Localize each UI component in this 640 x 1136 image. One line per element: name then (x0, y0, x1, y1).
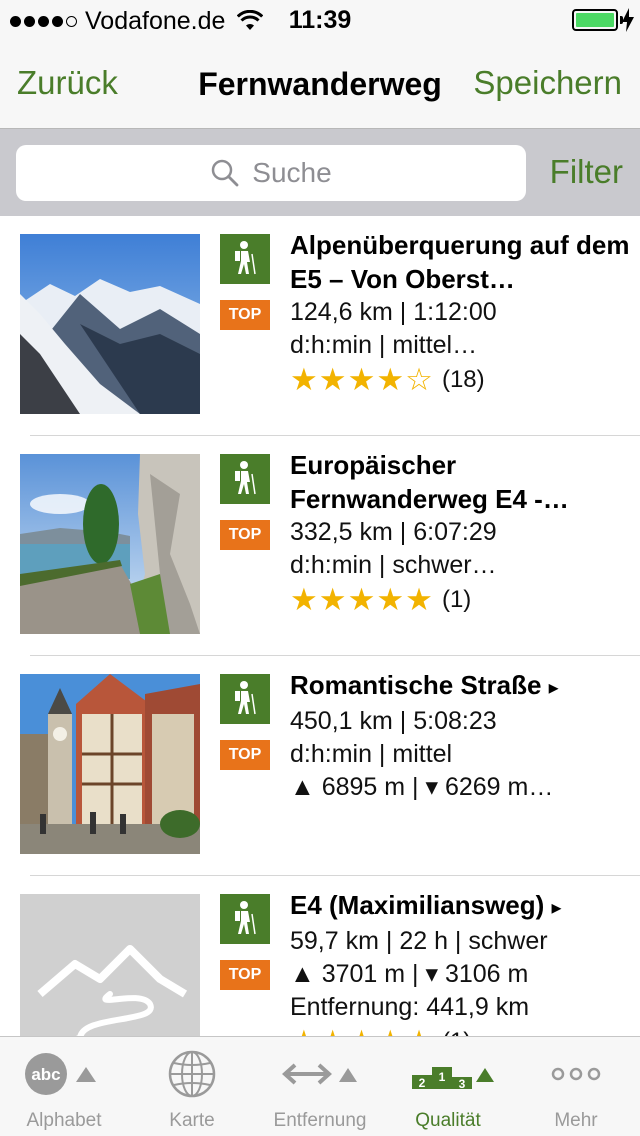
route-title: Alpenüberquerung auf dem E5 – Von Oberst… (290, 230, 630, 294)
route-difficulty: d:h:min | mittel… (290, 331, 478, 359)
route-difficulty: d:h:min | schwer… (290, 551, 497, 579)
route-elevation: ▲ 3701 m | ▾ 3106 m (290, 960, 529, 988)
route-info: Romantische Straße ▸ 450,1 km | 5:08:23 … (290, 668, 630, 804)
search-icon (212, 159, 239, 187)
route-info: Alpenüberquerung auf dem E5 – Von Oberst… (290, 228, 630, 398)
hiking-icon (220, 454, 270, 504)
route-thumbnail-placeholder (20, 894, 200, 1036)
more-icon (512, 1049, 640, 1099)
list-item[interactable]: TOP E4 (Maximiliansweg) ▸ 59,7 km | 22 h… (0, 876, 640, 1036)
filter-button[interactable]: Filter (550, 153, 623, 191)
hiking-icon (220, 234, 270, 284)
rating-stars: ★★★★★ (290, 1024, 434, 1036)
tab-alphabet[interactable]: abc Alphabet (0, 1037, 128, 1136)
tab-qualitaet[interactable]: 2 1 3 Qualität (384, 1037, 512, 1136)
route-difficulty: d:h:min | mittel (290, 740, 453, 768)
search-placeholder: Suche (252, 157, 332, 188)
navigation-bar: Zurück Fernwanderweg Speichern (0, 40, 640, 128)
tab-label: Alphabet (26, 1110, 102, 1131)
route-thumbnail (20, 234, 200, 414)
globe-icon (128, 1049, 256, 1099)
route-thumbnail (20, 674, 200, 854)
route-rating: ★★★★☆ (18) (290, 362, 630, 398)
route-rating: ★★★★★ (1) (290, 1024, 630, 1036)
route-title: Romantische Straße ▸ (290, 670, 559, 700)
rating-stars: ★★★★☆ (290, 362, 434, 397)
abc-icon-text: abc (31, 1065, 60, 1084)
rating-count: (1) (442, 1028, 471, 1036)
tab-bar: abc Alphabet Karte Entfernung 2 1 3 Qual… (0, 1036, 640, 1136)
route-distance-duration: 450,1 km | 5:08:23 (290, 707, 497, 735)
route-info: Europäischer Fernwanderweg E4 -… 332,5 k… (290, 448, 630, 618)
route-distance-from-user: Entfernung: 441,9 km (290, 993, 530, 1021)
save-button[interactable]: Speichern (473, 64, 622, 102)
status-bar: Vodafone.de 11:39 (0, 0, 640, 40)
hiking-icon (220, 674, 270, 724)
search-input[interactable]: Suche (16, 145, 526, 201)
tab-entfernung[interactable]: Entfernung (256, 1037, 384, 1136)
podium-label-1: 1 (439, 1070, 446, 1084)
status-time: 11:39 (288, 6, 352, 34)
tab-label: Entfernung (273, 1110, 367, 1131)
route-title: E4 (Maximiliansweg) ▸ (290, 890, 562, 920)
podium-label-3: 3 (459, 1077, 466, 1091)
route-distance-duration: 332,5 km | 6:07:29 (290, 518, 497, 546)
hiking-icon (220, 894, 270, 944)
disclosure-arrow-icon: ▸ (548, 677, 559, 699)
route-elevation: ▲ 6895 m | ▾ 6269 m… (290, 773, 554, 801)
podium-icon: 2 1 3 (384, 1049, 512, 1099)
tab-mehr[interactable]: Mehr (512, 1037, 640, 1136)
list-item[interactable]: TOP Romantische Straße ▸ 450,1 km | 5:08… (0, 656, 640, 876)
top-badge: TOP (220, 740, 270, 770)
tab-label: Karte (169, 1110, 215, 1131)
top-badge: TOP (220, 960, 270, 990)
tab-karte[interactable]: Karte (128, 1037, 256, 1136)
top-badge: TOP (220, 300, 270, 330)
rating-count: (1) (441, 586, 472, 613)
rating-count: (18) (441, 366, 485, 393)
abc-icon: abc (0, 1049, 128, 1099)
charging-bolt-icon (622, 8, 634, 32)
route-info: E4 (Maximiliansweg) ▸ 59,7 km | 22 h | s… (290, 888, 630, 1036)
list-item[interactable]: TOP Alpenüberquerung auf dem E5 – Von Ob… (0, 216, 640, 436)
tab-label: Qualität (415, 1110, 481, 1131)
top-badge: TOP (220, 520, 270, 550)
route-title: Europäischer Fernwanderweg E4 -… (290, 450, 569, 514)
disclosure-arrow-icon: ▸ (551, 897, 562, 919)
route-thumbnail (20, 454, 200, 634)
distance-arrows-icon (256, 1049, 384, 1099)
route-distance-duration: 59,7 km | 22 h | schwer (290, 927, 548, 955)
route-rating: ★★★★★ (1) (290, 582, 630, 618)
tab-label: Mehr (554, 1110, 598, 1131)
rating-stars: ★★★★★ (290, 582, 434, 617)
list-item[interactable]: TOP Europäischer Fernwanderweg E4 -… 332… (0, 436, 640, 656)
battery-icon (572, 9, 618, 31)
route-distance-duration: 124,6 km | 1:12:00 (290, 298, 497, 326)
route-list[interactable]: TOP Alpenüberquerung auf dem E5 – Von Ob… (0, 216, 640, 1036)
podium-label-2: 2 (419, 1076, 426, 1090)
search-bar: Suche Filter (0, 128, 640, 216)
